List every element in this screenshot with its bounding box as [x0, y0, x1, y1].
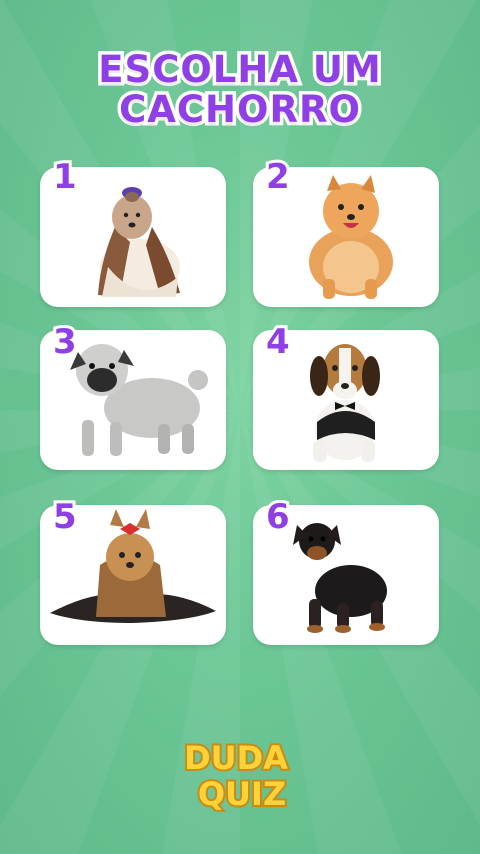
title-line-1: ESCOLHA UM: [95, 46, 384, 93]
option-number-5: 5: [50, 497, 80, 537]
option-card-5[interactable]: 5: [40, 497, 226, 645]
logo-line-1: DUDA: [184, 739, 288, 777]
duda-quiz-logo: DUDA QUIZ: [182, 737, 290, 815]
page-title: ESCOLHA UM CACHORRO: [0, 46, 480, 133]
option-number-3: 3: [50, 322, 80, 362]
option-number-4: 4: [263, 322, 293, 362]
option-number-6: 6: [263, 497, 293, 537]
option-number-1: 1: [50, 157, 80, 197]
option-card-4[interactable]: 4: [253, 322, 439, 470]
option-number-2: 2: [263, 157, 293, 197]
option-card-6[interactable]: 6: [253, 497, 439, 645]
option-card-3[interactable]: 3: [40, 322, 226, 470]
option-card-2[interactable]: 2: [253, 157, 439, 307]
logo-line-2: QUIZ: [198, 775, 286, 813]
title-line-2: CACHORRO: [116, 86, 364, 133]
option-card-1[interactable]: 1: [40, 157, 226, 307]
